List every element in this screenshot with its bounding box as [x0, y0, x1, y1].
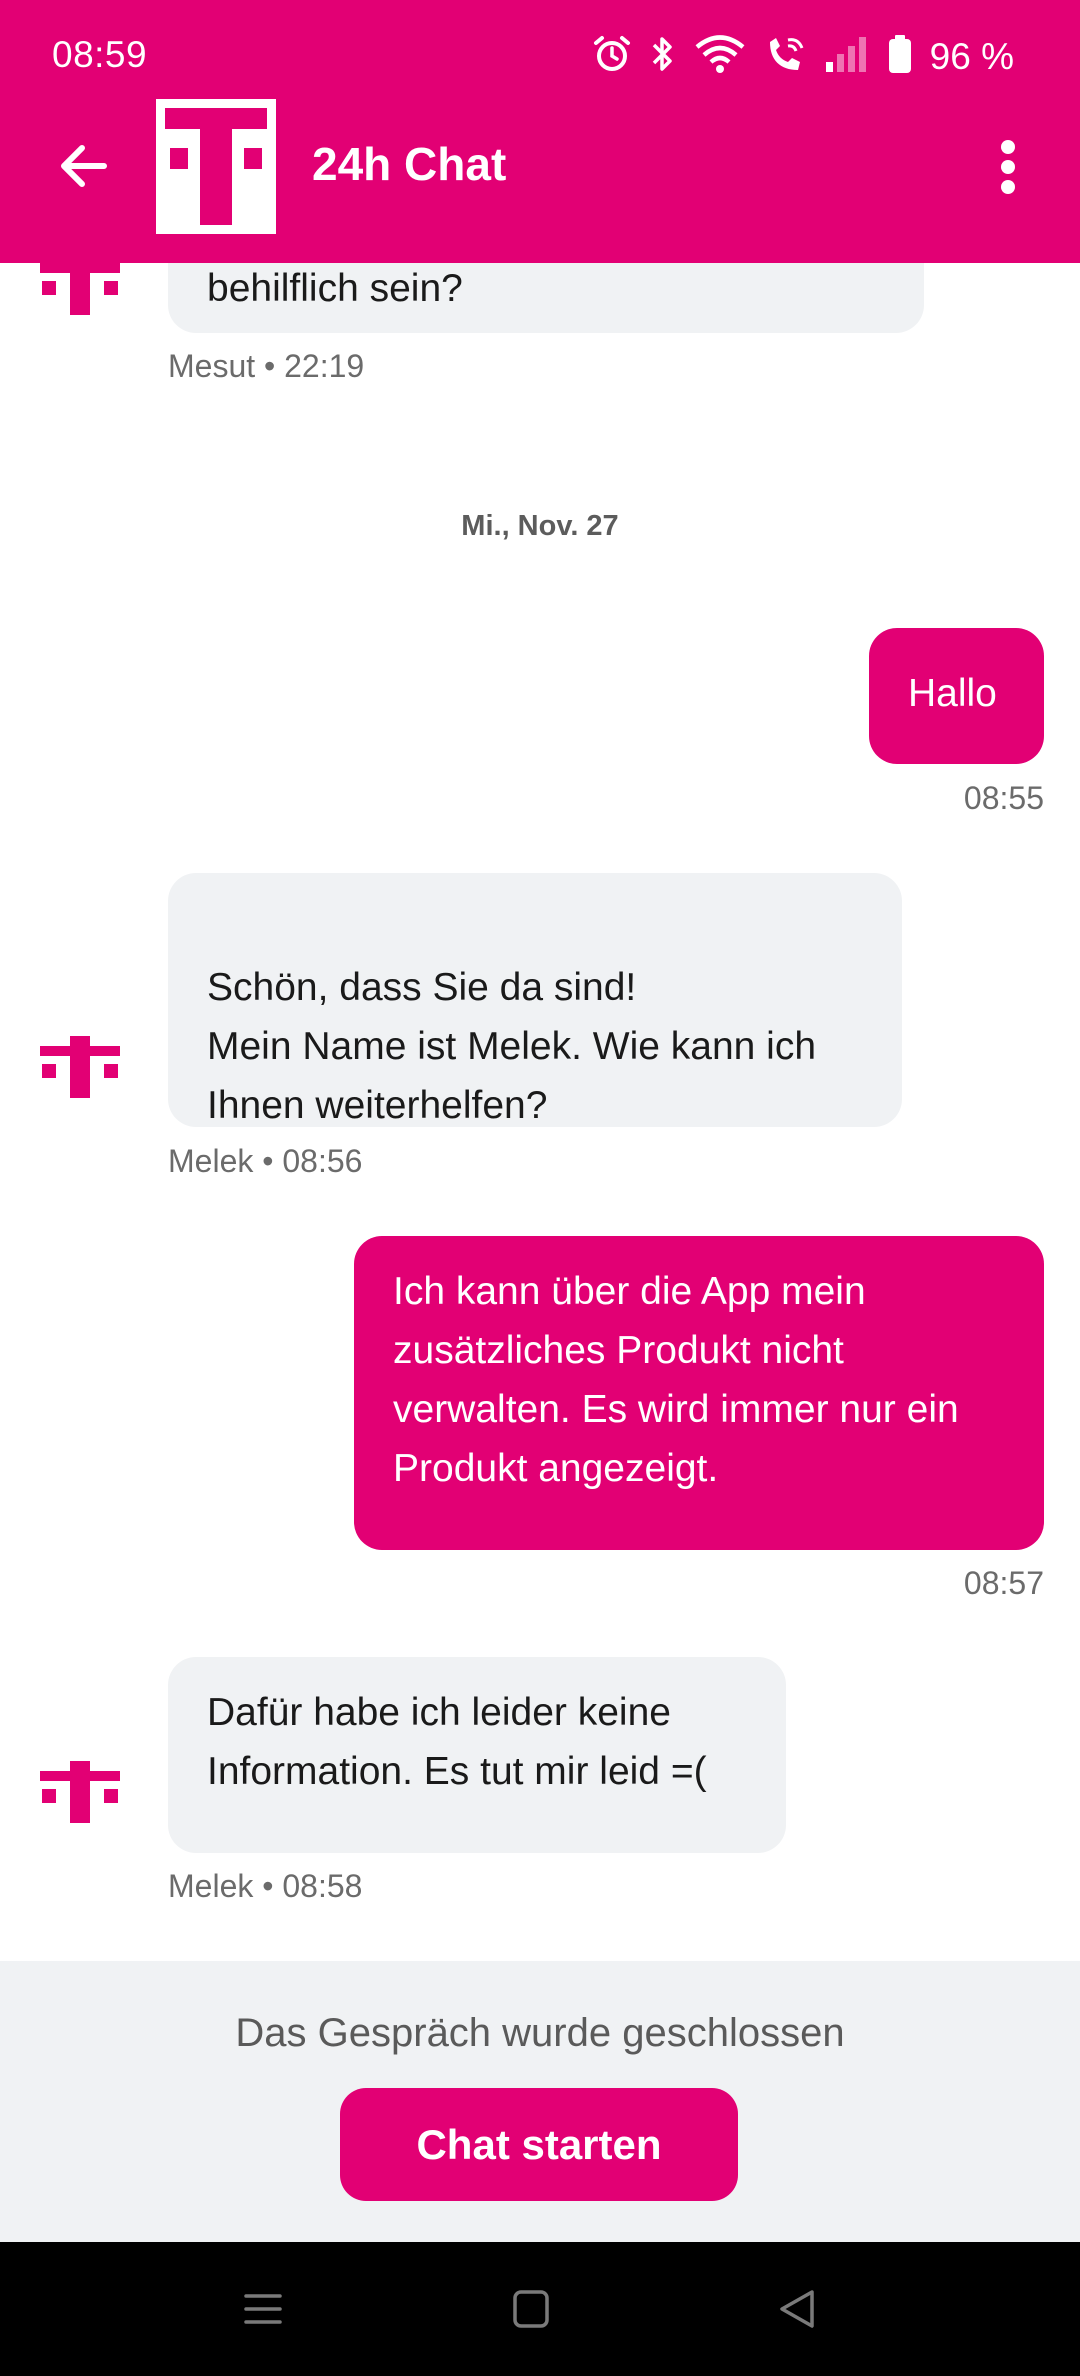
bluetooth-icon	[650, 34, 676, 79]
status-time: 08:59	[52, 34, 148, 75]
alarm-icon	[592, 34, 632, 79]
message-text: Ich kann über die App mein zusätzliches …	[393, 1270, 959, 1490]
agent-avatar-t-icon	[40, 1761, 120, 1853]
message-text: Schön, dass Sie da sind! Mein Name ist M…	[207, 966, 817, 1127]
app-header: 08:59 96 % 24h Chat	[0, 0, 1080, 263]
agent-avatar-t-icon	[40, 263, 120, 345]
start-chat-button[interactable]: Chat starten	[340, 2088, 738, 2201]
agent-message: Dafür habe ich leider keine Information.…	[168, 1657, 786, 1853]
agent-message: Schön, dass Sie da sind! Mein Name ist M…	[168, 873, 902, 1127]
wifi-call-icon	[764, 34, 806, 79]
back-arrow-icon[interactable]	[54, 140, 114, 192]
conversation-closed-text: Das Gespräch wurde geschlossen	[235, 2011, 845, 2055]
more-vert-icon[interactable]	[1000, 140, 1016, 194]
wifi-icon	[694, 34, 746, 79]
home-icon[interactable]	[506, 2284, 556, 2334]
message-text: Dafür habe ich leider keine Information.…	[207, 1691, 707, 1793]
message-meta: Melek • 08:56	[168, 1143, 363, 1179]
recents-icon[interactable]	[238, 2284, 288, 2334]
page-title: 24h Chat	[312, 138, 507, 190]
back-icon[interactable]	[772, 2284, 822, 2334]
user-message: Ich kann über die App mein zusätzliches …	[354, 1236, 1044, 1550]
chat-closed-footer: Das Gespräch wurde geschlossen Chat star…	[0, 1961, 1080, 2242]
message-text: Hallo	[908, 672, 997, 715]
date-separator: Mi., Nov. 27	[461, 510, 619, 542]
status-icons: 96 %	[592, 34, 1014, 79]
battery-percentage: 96 %	[929, 35, 1014, 77]
chat-transcript[interactable]: behilflich sein? Mesut • 22:19 Mi., Nov.…	[0, 263, 1080, 1961]
user-message: Hallo	[869, 628, 1044, 764]
message-text: behilflich sein?	[207, 267, 463, 310]
battery-icon	[888, 34, 912, 79]
message-meta: Melek • 08:58	[168, 1868, 363, 1904]
system-nav-bar	[0, 2242, 1080, 2376]
telekom-logo	[156, 99, 276, 234]
message-meta: 08:57	[963, 1565, 1044, 1601]
message-meta: 08:55	[963, 780, 1044, 816]
message-meta: Mesut • 22:19	[168, 348, 365, 384]
signal-icon	[824, 34, 870, 79]
agent-message-partial: behilflich sein?	[168, 263, 924, 333]
agent-avatar-t-icon	[40, 1036, 120, 1128]
